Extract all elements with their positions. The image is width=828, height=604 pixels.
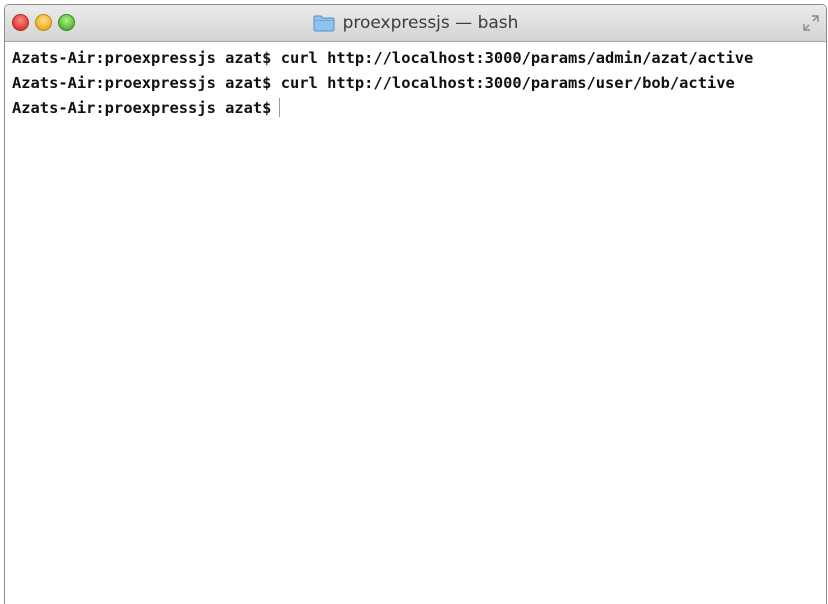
terminal-line: Azats-Air:proexpressjs azat$ bbox=[12, 96, 826, 121]
shell-prompt: Azats-Air:proexpressjs azat$ bbox=[12, 49, 272, 67]
shell-command: curl http://localhost:3000/params/admin/… bbox=[280, 49, 754, 67]
terminal-line: Azats-Air:proexpressjs azat$ curl http:/… bbox=[12, 71, 826, 96]
terminal-window: proexpressjs — bash Azats-Air:proexpress… bbox=[4, 4, 827, 604]
window-title-group: proexpressjs — bash bbox=[313, 13, 519, 33]
folder-icon bbox=[313, 15, 335, 32]
fullscreen-icon[interactable] bbox=[802, 14, 820, 32]
terminal-line: Azats-Air:proexpressjs azat$ curl http:/… bbox=[12, 46, 826, 71]
shell-command: curl http://localhost:3000/params/user/b… bbox=[280, 74, 735, 92]
title-bar[interactable]: proexpressjs — bash bbox=[5, 5, 826, 42]
terminal-content[interactable]: Azats-Air:proexpressjs azat$ curl http:/… bbox=[5, 42, 826, 604]
shell-prompt: Azats-Air:proexpressjs azat$ bbox=[12, 99, 272, 117]
window-title-area: proexpressjs — bash bbox=[5, 5, 826, 41]
shell-prompt: Azats-Air:proexpressjs azat$ bbox=[12, 74, 272, 92]
text-cursor bbox=[279, 98, 281, 117]
window-title: proexpressjs — bash bbox=[342, 13, 519, 33]
